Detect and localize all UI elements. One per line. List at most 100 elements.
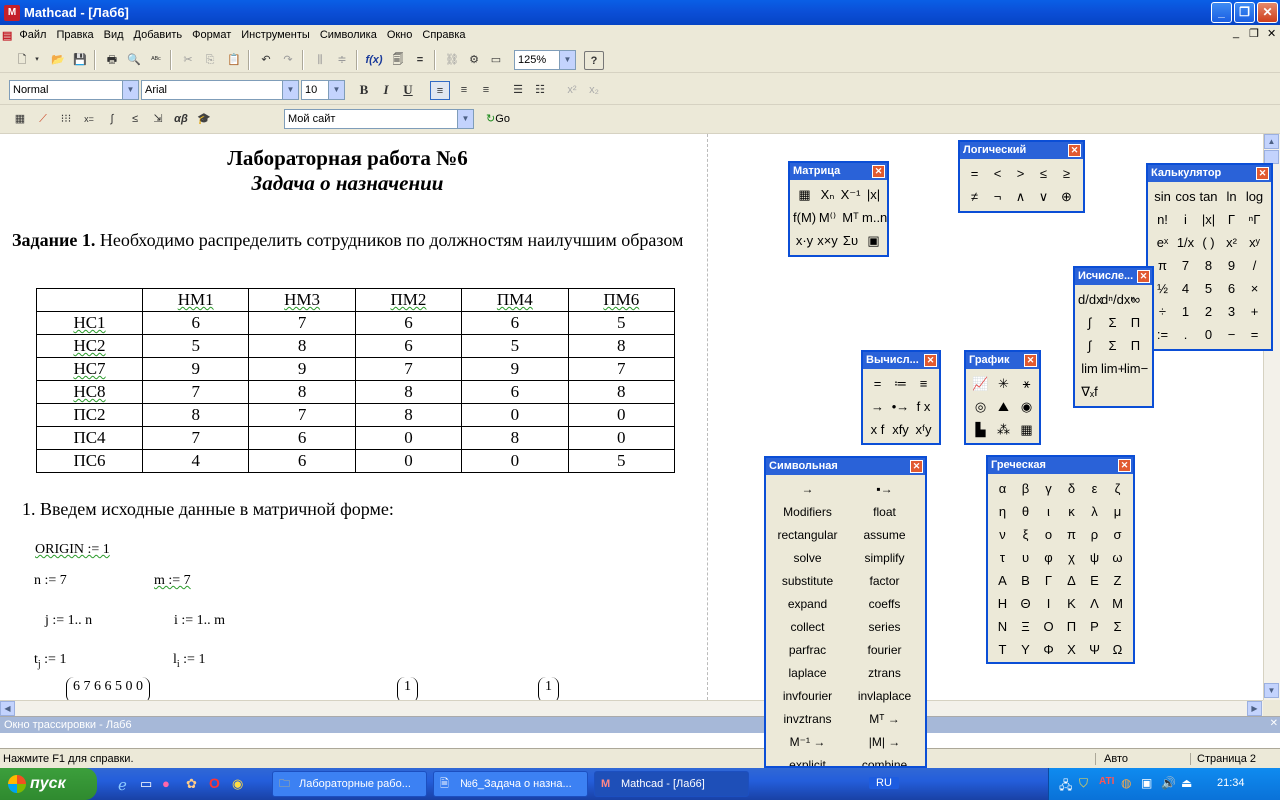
evaluation-palette-button[interactable]: xfy <box>889 418 912 441</box>
save-icon[interactable]: 💾 <box>70 51 90 70</box>
paste-icon[interactable]: 📋 <box>224 51 244 70</box>
calculator-palette-button[interactable]: := <box>1151 323 1174 346</box>
calculator-palette-button[interactable]: sin <box>1151 185 1174 208</box>
greek-palette-button[interactable]: ξ <box>1014 523 1037 546</box>
symbolic-palette-button[interactable]: coeffs <box>846 593 923 616</box>
doc-minimize-button[interactable]: _ <box>1228 27 1244 39</box>
matrix-palette-button[interactable]: Mᵀ <box>839 206 862 229</box>
scroll-down-icon[interactable]: ▼ <box>1264 683 1279 698</box>
graph-palette-button[interactable]: ◎ <box>969 395 992 418</box>
scroll-thumb[interactable] <box>1264 150 1279 164</box>
greek-palette-button[interactable]: π <box>1060 523 1083 546</box>
greek-palette-button[interactable]: δ <box>1060 477 1083 500</box>
chrome-icon[interactable]: ◉ <box>232 776 243 792</box>
greek-palette-button[interactable]: ι <box>1037 500 1060 523</box>
symbolic-palette-button[interactable]: parfrac <box>769 639 846 662</box>
align-center-icon[interactable]: ≡ <box>454 81 474 100</box>
logic-palette-button[interactable]: > <box>1009 162 1032 185</box>
logic-palette-button[interactable]: ∨ <box>1032 185 1055 208</box>
subscript-icon[interactable]: x₂ <box>584 81 604 100</box>
calculator-palette-button[interactable]: cos <box>1174 185 1197 208</box>
greek-palette-button[interactable]: α <box>991 477 1014 500</box>
calculator-palette-button[interactable]: / <box>1243 254 1266 277</box>
n-definition[interactable]: n := 7 <box>34 573 67 589</box>
matrix-palette-button[interactable]: f(M) <box>793 206 816 229</box>
greek-palette-button[interactable]: λ <box>1083 500 1106 523</box>
symbolic-palette-button[interactable]: solve <box>769 547 846 570</box>
greek-palette-button[interactable]: Α <box>991 569 1014 592</box>
new-icon[interactable]: 🗋 <box>12 51 32 70</box>
opera-icon[interactable]: O <box>209 775 220 791</box>
greek-palette-button[interactable]: χ <box>1060 546 1083 569</box>
greek-palette-button[interactable]: μ <box>1106 500 1129 523</box>
greek-palette-button[interactable]: ν <box>991 523 1014 546</box>
language-indicator[interactable]: RU <box>869 777 899 789</box>
greek-palette-button[interactable]: τ <box>991 546 1014 569</box>
app-icon[interactable]: ✿ <box>186 776 197 792</box>
symbolic-palette-button[interactable]: explicit <box>769 754 846 766</box>
menu-window[interactable]: Окно <box>382 29 418 41</box>
zoom-select[interactable]: 125% ▼ <box>514 50 576 70</box>
doc-close-button[interactable]: ✕ <box>1262 27 1280 40</box>
l-definition[interactable]: li := 1 <box>173 652 205 670</box>
matrix-palette-icon[interactable]: ⁝⁝⁝ <box>56 110 76 129</box>
matrix-palette-button[interactable]: ▣ <box>862 229 885 252</box>
insert-unit-icon[interactable]: 🗐 <box>388 51 408 70</box>
calculator-palette-button[interactable]: 1 <box>1174 300 1197 323</box>
greek-palette-button[interactable]: ε <box>1083 477 1106 500</box>
start-button[interactable]: пуск <box>0 768 97 800</box>
taskbar-word-doc[interactable]: 🗎 №6_Задача о назна... <box>433 771 588 797</box>
menu-format[interactable]: Формат <box>187 29 236 41</box>
menu-symbolics[interactable]: Символика <box>315 29 382 41</box>
calculator-palette-button[interactable]: 8 <box>1197 254 1220 277</box>
network-icon[interactable]: 🖧 <box>1059 776 1072 797</box>
ie-icon[interactable]: ℯ <box>118 776 127 794</box>
calculator-palette-button[interactable]: ÷ <box>1151 300 1174 323</box>
go-button[interactable]: ↻Go <box>480 110 516 129</box>
t-definition[interactable]: tj := 1 <box>34 652 66 670</box>
graph-palette-icon[interactable]: ⟋ <box>33 110 53 129</box>
calculus-palette-button[interactable]: lim <box>1078 357 1101 380</box>
align-right-icon[interactable]: ≡ <box>476 81 496 100</box>
calculator-palette-button[interactable]: 9 <box>1220 254 1243 277</box>
matrix-palette-button[interactable]: |x| <box>862 183 885 206</box>
calculator-palette-button[interactable]: Γ <box>1220 208 1243 231</box>
calculus-palette-button[interactable]: Σ <box>1101 311 1124 334</box>
monitor-icon[interactable]: ▣ <box>1141 776 1152 790</box>
calculator-palette-button[interactable]: 0 <box>1197 323 1220 346</box>
taskbar-folder[interactable]: 🗀 Лабораторные рабо... <box>272 771 427 797</box>
calculus-palette-button[interactable]: Π <box>1124 311 1147 334</box>
greek-palette-button[interactable]: Τ <box>991 638 1014 661</box>
taskbar-mathcad[interactable]: M Mathcad - [Лаб6] <box>594 771 749 797</box>
greek-palette-button[interactable]: Ι <box>1037 592 1060 615</box>
calculator-palette-button[interactable]: + <box>1243 300 1266 323</box>
calculator-palette-button[interactable]: π <box>1151 254 1174 277</box>
close-button[interactable]: ✕ <box>1257 2 1278 23</box>
evaluation-palette-button[interactable]: xᶠy <box>912 418 935 441</box>
italic-button[interactable]: I <box>376 81 396 100</box>
greek-palette-button[interactable]: φ <box>1037 546 1060 569</box>
font-size-select[interactable]: 10 ▼ <box>301 80 345 100</box>
symbolic-palette-button[interactable]: Mᵀ → <box>846 708 923 731</box>
redo-icon[interactable]: ↷ <box>278 51 298 70</box>
greek-palette-button[interactable]: Ο <box>1037 615 1060 638</box>
print-icon[interactable]: 🖶 <box>102 51 122 70</box>
greek-palette-button[interactable]: γ <box>1037 477 1060 500</box>
calculator-palette-button[interactable]: 2 <box>1197 300 1220 323</box>
greek-palette-button[interactable]: Η <box>991 592 1014 615</box>
scroll-left-icon[interactable]: ◀ <box>0 701 15 716</box>
calculator-palette-button[interactable]: ln <box>1220 185 1243 208</box>
scroll-right-icon[interactable]: ▶ <box>1247 701 1262 716</box>
insert-hyperlink-icon[interactable]: ⛓ <box>442 51 462 70</box>
symbolic-palette-button[interactable]: ztrans <box>846 662 923 685</box>
calculator-palette-button[interactable]: x² <box>1220 231 1243 254</box>
symbolic-palette-button[interactable]: invztrans <box>769 708 846 731</box>
greek-palette-button[interactable]: Ν <box>991 615 1014 638</box>
greek-palette-button[interactable]: Μ <box>1106 592 1129 615</box>
boolean-palette-icon[interactable]: ≤ <box>125 110 145 129</box>
calculus-palette-button[interactable]: ∫ <box>1078 311 1101 334</box>
volume-icon[interactable]: 🔊 <box>1161 776 1176 790</box>
evaluation-palette-button[interactable]: ≡ <box>912 372 935 395</box>
greek-palette-button[interactable]: Ξ <box>1014 615 1037 638</box>
calculus-palette-button[interactable]: ∇ₓf <box>1078 380 1101 403</box>
